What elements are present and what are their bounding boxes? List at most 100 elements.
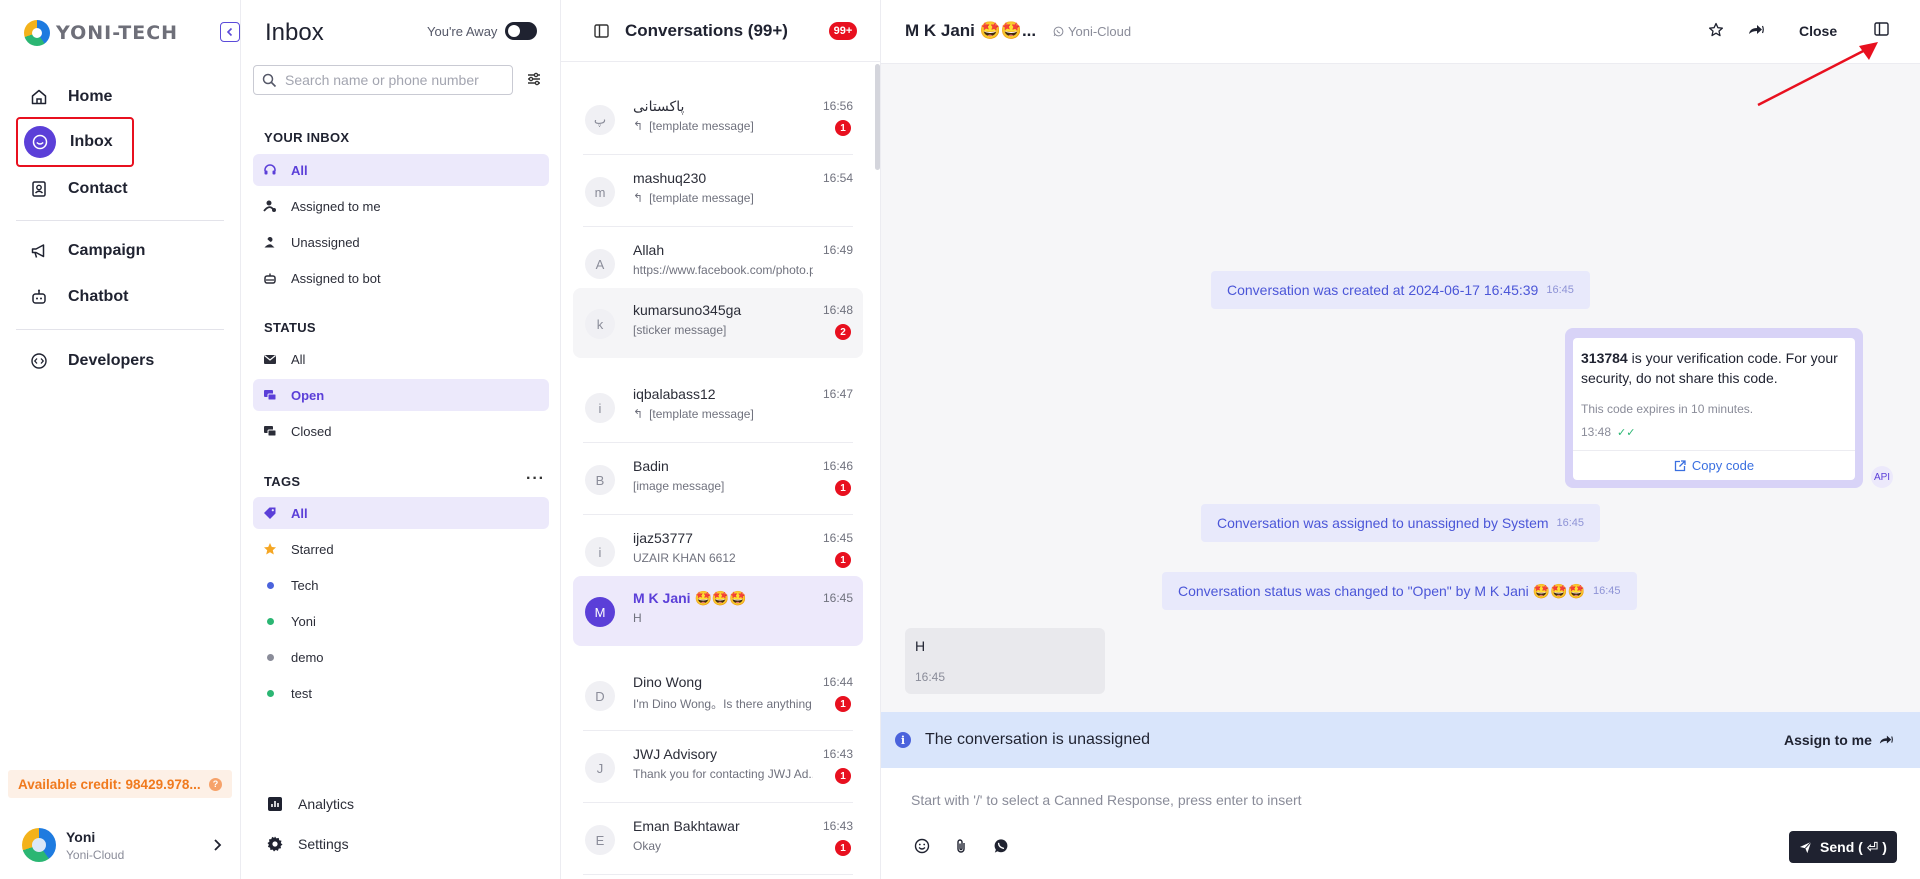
emoji-icon[interactable] (914, 838, 930, 854)
composer: Send ( ⏎ ) (881, 768, 1920, 879)
filter-settings-icon[interactable] (526, 71, 542, 87)
conversation-item[interactable]: k kumarsuno345ga [sticker message] 16:48 2 (573, 288, 863, 358)
sidebar-toggle-icon[interactable] (594, 24, 609, 38)
conversation-preview-text: [sticker message] (633, 323, 727, 337)
filter-tag-test[interactable]: test (253, 677, 549, 709)
main-nav: YONI-TECH Home Inbox Contact Campaign Ch… (0, 0, 241, 879)
copy-code-button[interactable]: Copy code (1573, 451, 1855, 480)
nav-divider (16, 220, 224, 221)
filter-assigned-to-me[interactable]: Assigned to me (253, 190, 549, 222)
conversation-item[interactable]: E Eman Bakhtawar Okay 16:43 1 (573, 804, 863, 875)
tag-dot (266, 689, 274, 697)
filter-label: Assigned to me (291, 198, 381, 214)
system-message-text: Conversation was assigned to unassigned … (1217, 515, 1549, 531)
filter-status-open[interactable]: Open (253, 379, 549, 411)
settings-link[interactable]: Settings (266, 835, 349, 853)
conversation-item[interactable]: B Badin [image message] 16:46 1 (573, 444, 863, 515)
tag-dot (266, 617, 274, 625)
nav-developers[interactable]: Developers (16, 340, 222, 382)
nav-chatbot[interactable]: Chatbot (16, 276, 222, 318)
filter-assigned-to-bot[interactable]: Assigned to bot (253, 262, 549, 294)
close-conversation-button[interactable]: Close (1799, 23, 1837, 39)
filter-tag-all[interactable]: All (253, 497, 549, 529)
search-input[interactable] (285, 72, 505, 88)
channel-name: Yoni-Cloud (1068, 24, 1132, 39)
conversation-item[interactable]: M M K Jani 🤩🤩🤩 H 16:45 (573, 576, 863, 646)
unassigned-banner: i The conversation is unassigned Assign … (881, 712, 1920, 768)
filter-inbox-all[interactable]: All (253, 154, 549, 186)
conversation-preview: [image message] (633, 479, 813, 493)
template-time-row: 13:48 ✓✓ (1581, 425, 1635, 439)
send-button[interactable]: Send ( ⏎ ) (1789, 831, 1897, 863)
conversation-name: ijaz53777 (633, 530, 693, 546)
filter-tag-demo[interactable]: demo (253, 641, 549, 673)
divider (583, 226, 853, 227)
tags-more-icon[interactable]: ··· (526, 470, 545, 488)
filter-label: All (291, 351, 306, 367)
conversation-item[interactable]: m mashuq230 ↰ [template message] 16:54 (573, 156, 863, 227)
filter-tag-tech[interactable]: Tech (253, 569, 549, 601)
conversation-time: 16:45 (822, 591, 853, 605)
assign-to-me-button[interactable]: Assign to me (1784, 732, 1894, 748)
analytics-icon (266, 795, 284, 813)
conversation-preview: ↰ [template message] (633, 191, 813, 205)
away-toggle[interactable] (505, 22, 537, 40)
conversation-item[interactable]: i iqbalabass12 ↰ [template message] 16:47 (573, 372, 863, 443)
avatar: i (585, 537, 615, 567)
unread-badge: 1 (835, 696, 851, 712)
nav-inbox-label: Inbox (70, 133, 113, 150)
avatar: J (585, 753, 615, 783)
conversation-list: Conversations (99+) 99+ پ پاکستانی ↰ [templ… (561, 0, 881, 879)
message-input[interactable] (911, 792, 1811, 816)
nav-home[interactable]: Home (16, 76, 222, 118)
analytics-link[interactable]: Analytics (266, 795, 354, 813)
avatar (22, 828, 56, 862)
attachment-icon[interactable] (954, 838, 968, 854)
filter-label: Assigned to bot (291, 270, 381, 286)
avatar: M (585, 597, 615, 627)
star-icon[interactable] (1708, 22, 1724, 38)
transfer-icon (1879, 735, 1893, 744)
user-profile[interactable]: Yoni Yoni-Cloud (22, 825, 222, 865)
whatsapp-icon (1053, 26, 1064, 37)
conversation-time: 16:48 (822, 303, 853, 317)
filter-status-all[interactable]: All (253, 343, 549, 375)
conversation-preview: I'm Dino Wong。Is there anything ... (633, 695, 813, 712)
filter-tag-starred[interactable]: Starred (253, 533, 549, 565)
conversation-preview-text: https://www.facebook.com/photo.php?... (633, 263, 813, 277)
nav-inbox[interactable]: Inbox (16, 117, 134, 167)
incoming-message: H 16:45 (905, 628, 1105, 694)
filter-status-closed[interactable]: Closed (253, 415, 549, 447)
chevron-left-icon (226, 27, 233, 37)
conversation-preview: ↰ [template message] (633, 119, 813, 133)
nav-campaign[interactable]: Campaign (16, 230, 222, 272)
collapse-sidebar-button[interactable] (220, 22, 240, 42)
nav-contact[interactable]: Contact (16, 168, 222, 210)
conversation-item[interactable]: D Dino Wong I'm Dino Wong。Is there anythin… (573, 660, 863, 731)
avatar: A (585, 249, 615, 279)
verification-code: 313784 (1581, 350, 1628, 366)
filter-label: Closed (291, 423, 332, 439)
help-icon[interactable]: ? (209, 777, 222, 791)
sidebar-panel-icon[interactable] (1874, 22, 1889, 36)
filter-tag-yoni[interactable]: Yoni (253, 605, 549, 637)
conversation-name: Allah (633, 242, 665, 258)
system-message-time: 16:45 (1556, 517, 1585, 529)
unread-count-badge: 99+ (829, 22, 857, 40)
api-sender-avatar: API (1871, 466, 1893, 488)
whatsapp-icon[interactable] (993, 838, 1009, 854)
scrollbar[interactable] (875, 64, 880, 170)
contact-icon (28, 178, 50, 200)
transfer-icon[interactable] (1747, 22, 1765, 38)
conversation-item[interactable]: J JWJ Advisory Thank you for contacting JW… (573, 732, 863, 803)
conversation-preview: Okay (633, 839, 813, 853)
conversation-preview-text: Thank you for contacting JWJ Ad... (633, 767, 813, 781)
tag-dot (266, 581, 274, 589)
conversation-name: JWJ Advisory (633, 746, 718, 762)
filter-unassigned[interactable]: Unassigned (253, 226, 549, 258)
conversation-name: M K Jani 🤩🤩🤩 (633, 590, 747, 606)
filter-label: test (291, 685, 312, 701)
conversation-item[interactable]: پ پاکستانی ↰ [template message] 16:56 1 (573, 84, 863, 155)
megaphone-icon (28, 240, 50, 262)
avatar: m (585, 177, 615, 207)
